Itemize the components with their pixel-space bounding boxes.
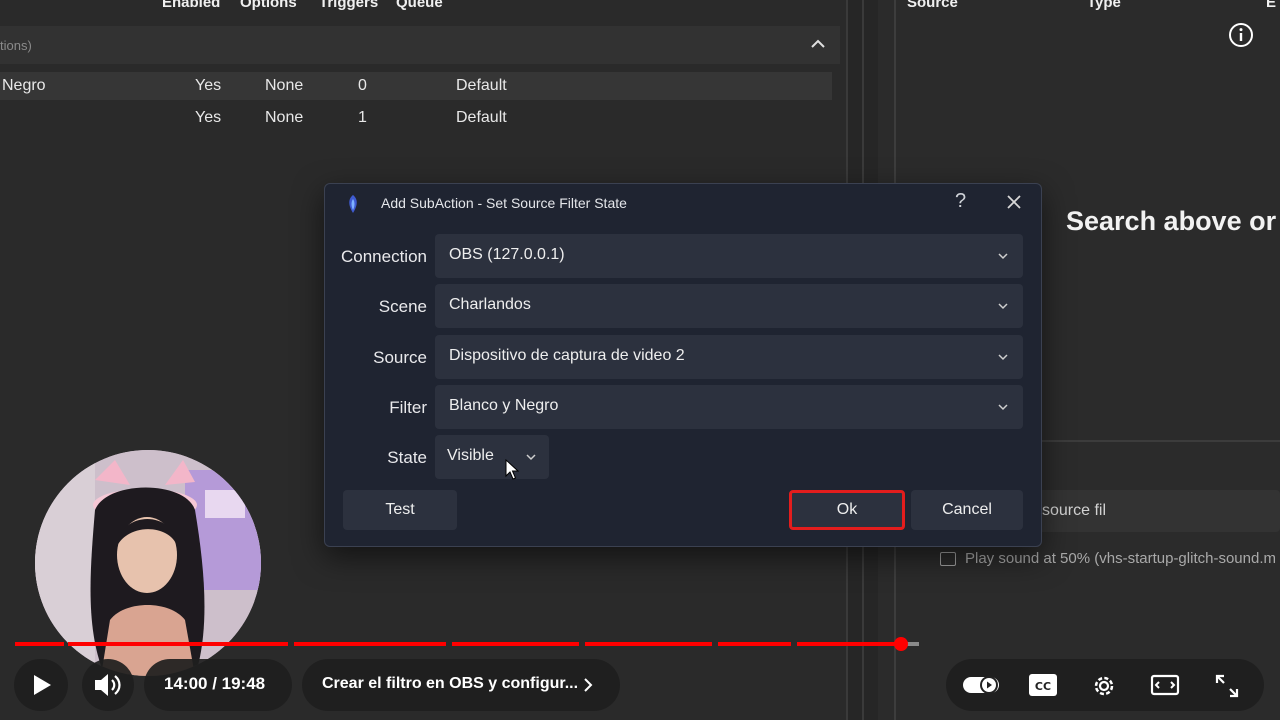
cancel-button[interactable]: Cancel bbox=[911, 490, 1023, 530]
empty-placeholder-text: Search above or bbox=[1066, 206, 1277, 236]
action-group-header[interactable]: tions) bbox=[0, 26, 840, 64]
chevron-down-icon bbox=[998, 303, 1008, 310]
cell-name: Negro bbox=[2, 77, 46, 94]
chevron-down-icon bbox=[998, 253, 1008, 260]
table-row[interactable]: Yes None 1 Default bbox=[0, 104, 832, 132]
svg-text:CC: CC bbox=[1035, 680, 1051, 693]
test-button[interactable]: Test bbox=[343, 490, 457, 530]
add-subaction-dialog: Add SubAction - Set Source Filter State … bbox=[324, 183, 1042, 547]
state-label: State bbox=[387, 448, 427, 467]
play-button[interactable] bbox=[14, 659, 68, 711]
header-triggers[interactable]: Triggers bbox=[319, 0, 378, 11]
volume-icon bbox=[95, 674, 121, 696]
chevron-down-icon bbox=[998, 404, 1008, 411]
state-select[interactable]: Visible bbox=[435, 435, 549, 479]
divider bbox=[1040, 440, 1280, 442]
player-settings-group: CC bbox=[946, 659, 1264, 711]
app-logo-icon bbox=[349, 195, 357, 213]
chapter-title: Crear el filtro en OBS y configur... bbox=[322, 675, 579, 692]
chapter-segment[interactable] bbox=[452, 642, 579, 646]
cell-triggers: 0 bbox=[358, 77, 367, 94]
chapter-segment[interactable] bbox=[294, 642, 446, 646]
chapter-segment[interactable] bbox=[718, 642, 791, 646]
info-icon[interactable] bbox=[1228, 22, 1254, 48]
header-type[interactable]: Type bbox=[1087, 0, 1121, 11]
list-item[interactable]: Play sound at 50% (vhs-startup-glitch-so… bbox=[940, 548, 1280, 572]
source-label: Source bbox=[373, 348, 427, 367]
cell-queue: Default bbox=[456, 77, 507, 94]
cell-options: None bbox=[265, 77, 304, 94]
sound-item-label: Play sound at 50% (vhs-startup-glitch-so… bbox=[965, 550, 1276, 567]
filter-label: Filter bbox=[389, 398, 427, 417]
chevron-up-icon[interactable] bbox=[810, 36, 826, 52]
scene-select[interactable]: Charlandos bbox=[435, 284, 1023, 328]
source-select[interactable]: Dispositivo de captura de video 2 bbox=[435, 335, 1023, 379]
scene-label: Scene bbox=[378, 297, 427, 316]
source-value: Dispositivo de captura de video 2 bbox=[449, 347, 685, 364]
connection-label: Connection bbox=[340, 247, 427, 266]
volume-button[interactable] bbox=[82, 659, 134, 711]
ok-button[interactable]: Ok bbox=[789, 490, 905, 530]
settings-gear-icon[interactable] bbox=[1090, 672, 1118, 700]
sound-icon bbox=[940, 552, 956, 566]
cell-queue: Default bbox=[456, 109, 507, 126]
group-label: tions) bbox=[0, 38, 32, 53]
play-icon bbox=[34, 675, 51, 695]
search-input[interactable]: source fil bbox=[1030, 490, 1280, 532]
autoplay-toggle-icon[interactable] bbox=[962, 674, 1002, 696]
header-source[interactable]: Source bbox=[907, 0, 958, 11]
header-options[interactable]: Options bbox=[240, 0, 297, 11]
chevron-down-icon bbox=[526, 454, 536, 461]
dialog-title: Add SubAction - Set Source Filter State bbox=[381, 195, 627, 211]
cell-enabled: Yes bbox=[195, 77, 222, 94]
chapter-segment[interactable] bbox=[68, 642, 288, 646]
fullscreen-icon[interactable] bbox=[1214, 673, 1240, 699]
help-button[interactable]: ? bbox=[955, 190, 966, 213]
chapter-segment[interactable] bbox=[797, 642, 901, 646]
state-value: Visible bbox=[447, 447, 494, 464]
header-enabled[interactable]: Enabled bbox=[162, 0, 220, 11]
chevron-right-icon bbox=[584, 678, 593, 692]
filter-value: Blanco y Negro bbox=[449, 397, 559, 414]
video-progress-bar[interactable] bbox=[15, 642, 1265, 646]
connection-select[interactable]: OBS (127.0.0.1) bbox=[435, 234, 1023, 278]
progress-scrubber-handle[interactable] bbox=[894, 637, 908, 651]
chapter-segment[interactable] bbox=[585, 642, 712, 646]
header-e[interactable]: E bbox=[1266, 0, 1276, 11]
chevron-down-icon bbox=[998, 354, 1008, 361]
time-label: 14:00 / 19:48 bbox=[164, 674, 266, 693]
mouse-cursor-icon bbox=[505, 459, 519, 480]
close-icon[interactable] bbox=[1005, 193, 1023, 211]
search-value: source fil bbox=[1042, 502, 1107, 519]
table-row[interactable]: Negro Yes None 0 Default bbox=[0, 72, 832, 100]
chapter-segment[interactable] bbox=[15, 642, 64, 646]
scene-value: Charlandos bbox=[449, 296, 531, 313]
cell-enabled: Yes bbox=[195, 109, 222, 126]
header-queue[interactable]: Queue bbox=[396, 0, 443, 11]
cell-triggers: 1 bbox=[358, 109, 367, 126]
filter-select[interactable]: Blanco y Negro bbox=[435, 385, 1023, 429]
cell-options: None bbox=[265, 109, 304, 126]
theater-mode-icon[interactable] bbox=[1150, 673, 1180, 697]
closed-captions-icon[interactable]: CC bbox=[1028, 673, 1058, 697]
connection-value: OBS (127.0.0.1) bbox=[449, 246, 565, 263]
